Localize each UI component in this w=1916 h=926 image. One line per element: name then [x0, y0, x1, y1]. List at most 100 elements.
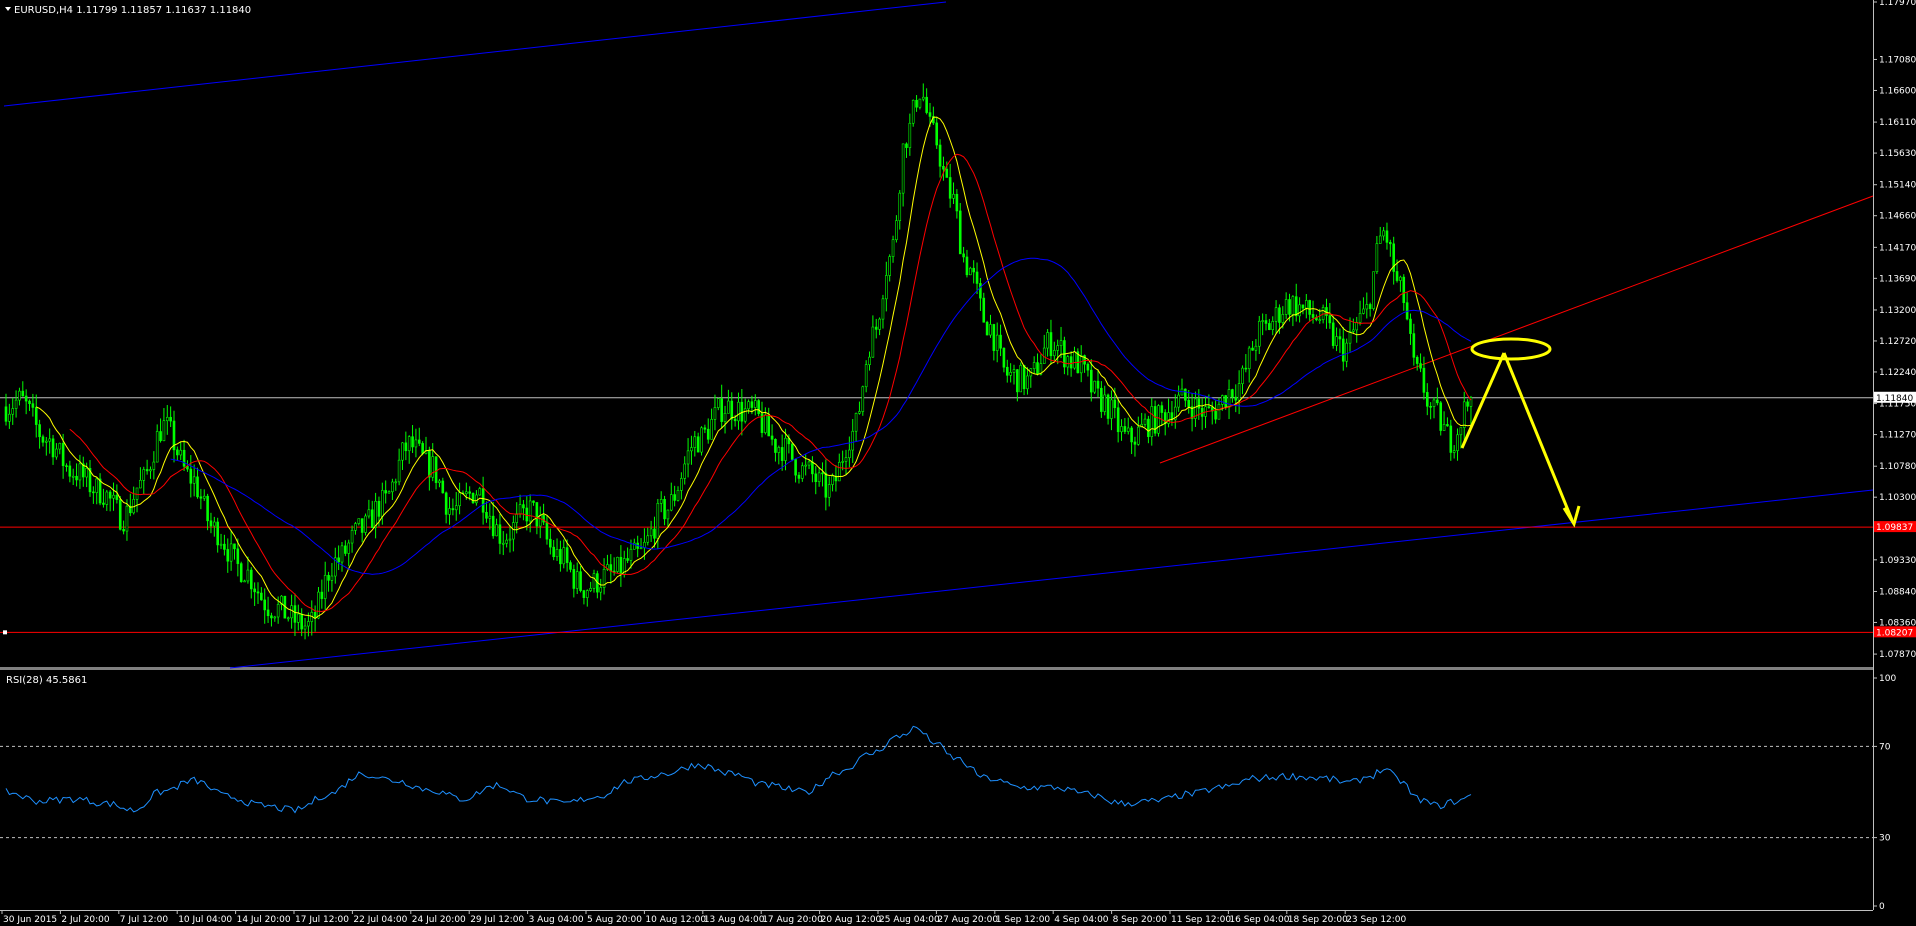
candle-body: [1254, 345, 1258, 351]
candle-body: [276, 604, 280, 618]
candle-body: [878, 318, 881, 330]
candle-body: [1221, 395, 1224, 405]
candle-body: [444, 492, 448, 515]
candle-body: [844, 457, 848, 462]
candle-body: [1261, 320, 1264, 322]
candle-body: [720, 398, 723, 422]
candle-body: [1089, 369, 1093, 393]
candle-body: [774, 438, 777, 453]
bull-candle: [1019, 362, 1023, 393]
bull-candle: [317, 587, 320, 620]
candle-body: [485, 511, 488, 519]
candle-body: [404, 442, 408, 452]
candle-body: [1009, 371, 1012, 376]
candle-body: [297, 613, 300, 623]
time-tick-label: 8 Sep 20:00: [1113, 915, 1168, 925]
candle-body: [918, 98, 922, 108]
candle-body: [874, 326, 878, 330]
level-price-label: 1.08207: [1876, 628, 1913, 638]
candle-body: [1234, 396, 1238, 401]
rsi-tick-label: 100: [1879, 674, 1896, 684]
candle-body: [317, 591, 320, 619]
candle-body: [992, 324, 996, 351]
time-tick-label: 16 Sep 04:00: [1229, 915, 1289, 925]
candle-body: [78, 463, 82, 481]
price-tick-label: 1.17970: [1879, 0, 1916, 8]
candle-body: [680, 478, 683, 491]
candle-body: [391, 481, 394, 493]
candle-body: [475, 494, 478, 504]
time-tick-label: 17 Jul 12:00: [295, 915, 349, 925]
candle-body: [102, 502, 105, 505]
candle-body: [545, 521, 549, 540]
candle-body: [1022, 365, 1026, 390]
candle-body: [1019, 365, 1023, 393]
candle-body: [179, 449, 183, 456]
current-price-label: 1.11840: [1876, 394, 1913, 404]
candle-body: [616, 556, 619, 572]
candle-body: [98, 478, 102, 504]
candle-body: [535, 502, 539, 527]
candle-body: [891, 239, 895, 257]
candle-body: [1281, 314, 1285, 323]
bull-candle: [700, 426, 703, 456]
time-tick-label: 1 Sep 12:00: [996, 915, 1051, 925]
candle-body: [1372, 271, 1375, 309]
bull-candle: [1372, 271, 1375, 311]
candle-body: [256, 591, 260, 594]
candle-body: [118, 499, 122, 530]
candle-body: [360, 518, 364, 533]
candle-body: [454, 505, 458, 511]
candle-body: [401, 442, 404, 461]
candle-body: [374, 500, 377, 529]
candle-body: [821, 472, 824, 475]
candle-body: [958, 210, 962, 255]
bull-candle: [911, 99, 915, 127]
candle-body: [898, 192, 902, 221]
candle-body: [585, 590, 589, 598]
candle-body: [468, 491, 471, 494]
candle-body: [85, 467, 88, 478]
candle-body: [1163, 412, 1167, 424]
candle-body: [770, 435, 774, 440]
candle-body: [266, 609, 270, 617]
time-tick-label: 5 Aug 20:00: [587, 915, 642, 925]
candle-body: [733, 418, 737, 422]
candle-body: [1224, 395, 1227, 408]
candle-body: [1436, 399, 1439, 404]
price-tick-label: 1.10300: [1879, 493, 1916, 503]
candle-body: [1402, 276, 1406, 303]
candle-body: [565, 547, 569, 563]
time-tick-label: 27 Aug 20:00: [937, 915, 998, 925]
candle-body: [562, 547, 566, 565]
time-tick-label: 7 Jul 12:00: [120, 915, 169, 925]
candle-body: [122, 529, 125, 532]
candle-body: [1143, 418, 1147, 425]
candle-body: [908, 122, 912, 148]
candle-body: [962, 253, 965, 258]
price-tick-label: 1.08840: [1879, 587, 1916, 597]
candle-body: [938, 144, 942, 167]
candle-body: [663, 499, 666, 520]
candle-body: [45, 440, 48, 443]
candle-body: [801, 465, 804, 479]
candle-body: [162, 420, 166, 442]
candle-body: [357, 518, 361, 524]
candle-body: [411, 436, 414, 448]
candle-body: [1284, 299, 1288, 315]
candle-body: [1345, 342, 1348, 362]
candle-body: [68, 465, 72, 477]
candle-body: [344, 545, 347, 554]
candle-body: [1066, 356, 1070, 368]
candle-body: [1365, 304, 1369, 310]
candle-body: [135, 487, 139, 500]
candle-body: [75, 475, 78, 481]
candle-body: [528, 500, 532, 522]
candle-body: [273, 616, 277, 619]
price-tick-label: 1.11270: [1879, 431, 1916, 441]
bear-candle: [1076, 348, 1080, 374]
candle-body: [303, 625, 307, 630]
candle-body: [995, 334, 999, 351]
candle-body: [1177, 394, 1180, 408]
candle-body: [1271, 321, 1275, 331]
